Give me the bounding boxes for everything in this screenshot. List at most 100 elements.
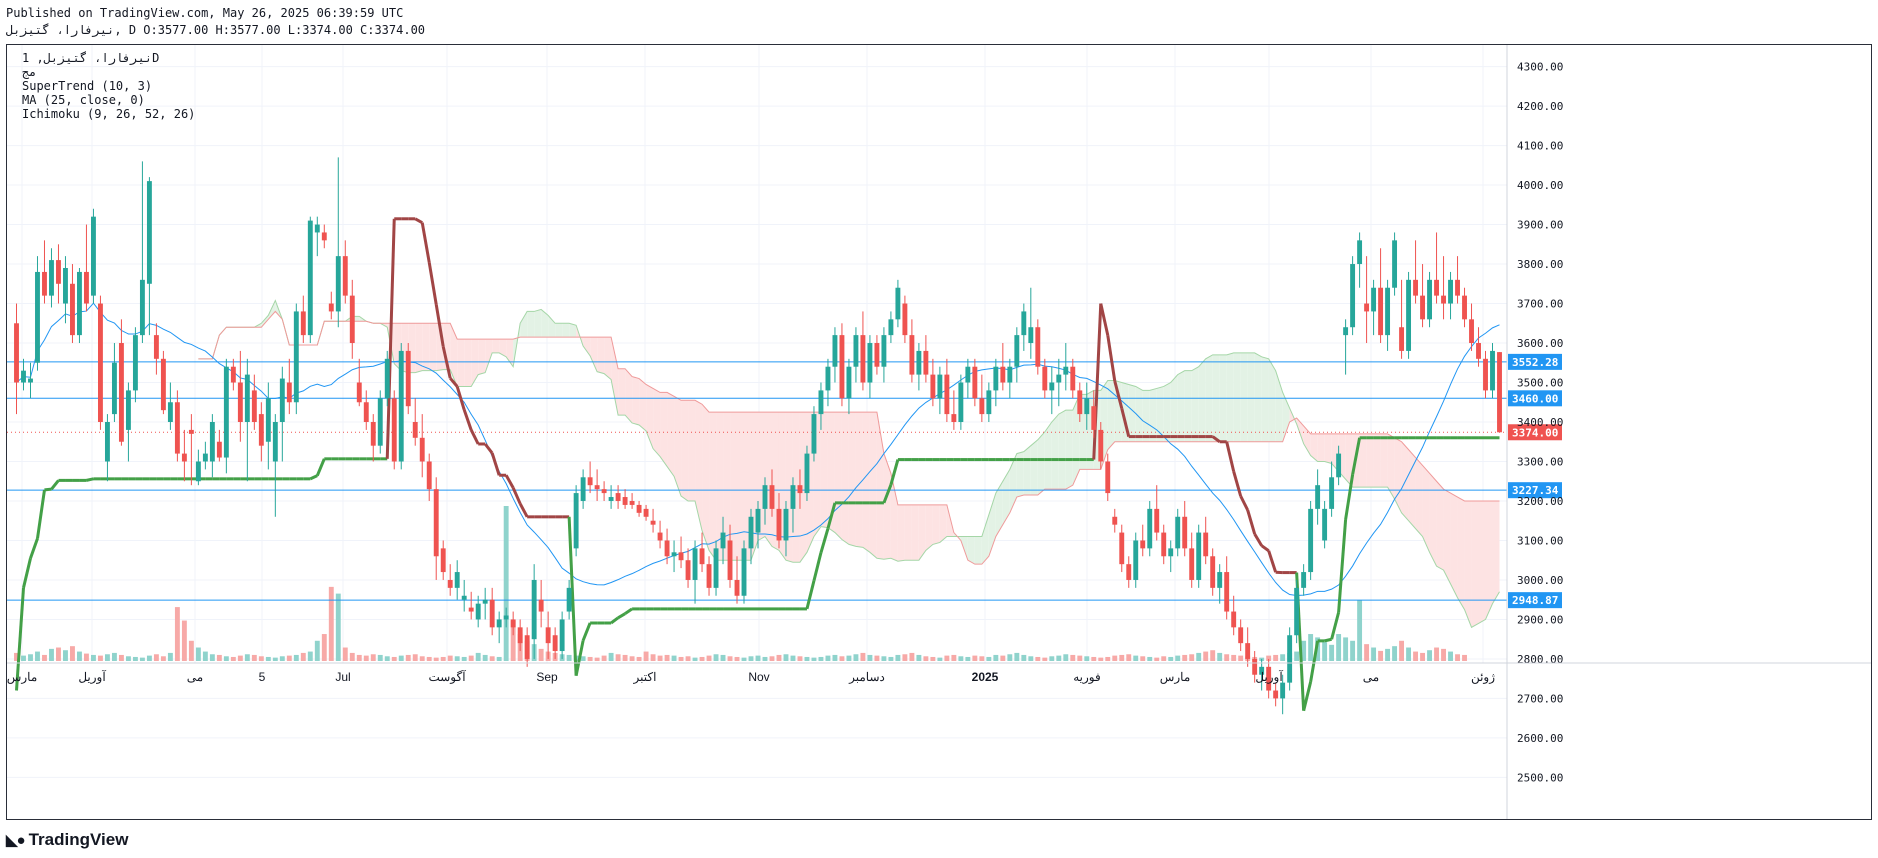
supertrend-segment <box>1267 550 1278 573</box>
candle-body <box>1280 682 1286 699</box>
candle-body <box>958 382 964 422</box>
candle-body <box>1294 587 1300 636</box>
volume-bar <box>265 656 271 661</box>
volume-bar <box>482 654 488 661</box>
volume-bar <box>1336 634 1342 661</box>
candle-body <box>1231 611 1237 628</box>
volume-bar <box>937 657 943 661</box>
candle-body <box>1007 366 1013 383</box>
volume-bar <box>181 620 187 661</box>
cloud-segment <box>1247 352 1255 442</box>
volume-bar <box>1028 656 1034 661</box>
volume-bar <box>391 656 397 661</box>
candle-body <box>804 453 810 494</box>
candle-body <box>1224 572 1230 612</box>
cloud-segment <box>1149 388 1157 442</box>
candle-body <box>622 497 628 505</box>
cloud-segment <box>1415 457 1423 537</box>
volume-bar <box>111 652 117 661</box>
volume-bar <box>895 654 901 661</box>
volume-bar <box>125 656 131 661</box>
volume-bar <box>405 654 411 661</box>
cloud-segment <box>1324 433 1332 464</box>
cloud-segment <box>834 412 842 540</box>
y-tick-label: 2700.00 <box>1517 692 1563 705</box>
volume-bar <box>867 654 873 661</box>
candle-body <box>1420 295 1426 320</box>
supertrend-segment <box>1324 637 1332 643</box>
chart-canvas[interactable]: 3552.283460.003227.342948.873374.00 4300… <box>7 45 1871 819</box>
candle-body <box>1084 398 1090 415</box>
candle-body <box>440 548 446 573</box>
volume-bar <box>1434 647 1439 661</box>
cloud-segment <box>604 337 612 380</box>
candle-body <box>132 335 138 391</box>
candle-body <box>118 343 124 442</box>
volume-bar <box>21 655 26 661</box>
candle-body <box>195 461 201 482</box>
volume-bar <box>1455 654 1460 661</box>
legend-ichimoku[interactable]: Ichimoku (9, 26, 52, 26) <box>22 107 195 121</box>
y-tick-label: 2900.00 <box>1517 613 1563 626</box>
volume-bar <box>496 656 502 661</box>
legend-ma[interactable]: MA (25, close, 0) <box>22 93 145 107</box>
chart-frame[interactable]: 3552.28 3460.00 3227.34 2948.87 3374.00 4300… <box>6 44 1872 820</box>
cloud-segment <box>1226 352 1234 442</box>
x-tick-label: دسامبر <box>848 670 885 684</box>
candle-body <box>867 343 873 383</box>
volume-bar <box>202 651 208 661</box>
volume-bar <box>650 654 656 661</box>
candle-body <box>146 181 152 284</box>
candle-body <box>909 335 915 375</box>
candle-body <box>433 489 439 557</box>
candle-body <box>461 595 467 600</box>
x-tick-label: 2025 <box>972 670 999 684</box>
candle-body <box>629 500 635 505</box>
volume-bar <box>307 651 313 661</box>
volume-bar <box>734 656 740 661</box>
candle-body <box>496 619 502 628</box>
candle-body <box>265 398 271 442</box>
volume-bar <box>160 656 166 661</box>
cloud-segment <box>1408 449 1416 529</box>
cloud-segment <box>967 536 975 565</box>
candle-body <box>335 256 341 312</box>
volume-bar <box>56 647 61 661</box>
tradingview-brand[interactable]: ◣● TradingView <box>6 830 128 850</box>
candle-body <box>1000 366 1006 383</box>
x-tick-label: مى <box>1363 670 1379 684</box>
volume-bar <box>370 654 376 661</box>
cloud-segment <box>520 311 528 338</box>
legend-supertrend[interactable]: SuperTrend (10, 3) <box>22 79 152 93</box>
candle-body <box>895 287 901 320</box>
candle-body <box>1035 327 1041 367</box>
volume-bar <box>356 654 362 661</box>
volume-bar <box>825 655 831 661</box>
volume-bar <box>944 655 950 661</box>
volume-bar <box>615 654 621 661</box>
candle-body <box>517 627 523 644</box>
volume-bar <box>321 634 327 661</box>
volume-bar <box>412 654 418 661</box>
candle-body <box>1483 358 1488 391</box>
candle-body <box>748 516 754 549</box>
candle-body <box>587 477 593 486</box>
candle-body <box>699 548 705 565</box>
candle-body <box>293 311 299 403</box>
candle-body <box>377 398 383 446</box>
candle-body <box>1077 390 1083 415</box>
supertrend-segment <box>624 607 633 615</box>
price-level-label: 2948.87 <box>1512 594 1558 607</box>
x-tick-label: Nov <box>748 670 769 684</box>
candle-body <box>769 485 775 509</box>
candle-body <box>56 260 61 284</box>
volume-bar <box>888 656 894 661</box>
volume-bar <box>818 656 824 661</box>
candle-body <box>167 402 173 422</box>
candle-body <box>888 319 894 336</box>
volume-bar <box>63 650 68 661</box>
candle-body <box>475 603 481 620</box>
candle-body <box>426 461 432 490</box>
candle-body <box>482 599 488 604</box>
volume-bar <box>1357 600 1363 661</box>
